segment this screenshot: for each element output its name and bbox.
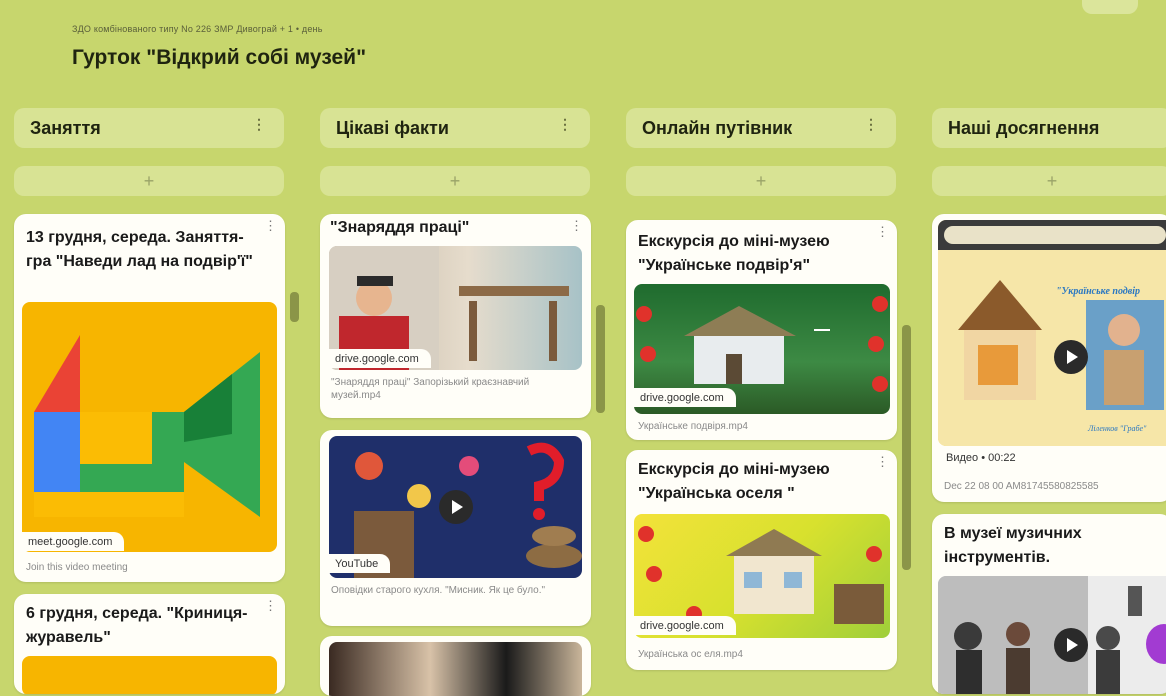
post-menu-icon[interactable]: ⋮ <box>264 219 277 232</box>
column-header-classes[interactable]: Заняття ⋮ <box>14 108 284 148</box>
add-post-button[interactable]: + <box>320 166 590 196</box>
post-source: meet.google.com <box>22 532 125 551</box>
thumbnail-scene <box>938 220 1166 446</box>
post-title: 6 грудня, середа. "Криниця- журавель" <box>26 605 248 646</box>
post-title: В музеї музичних інструментів. <box>944 525 1082 566</box>
column-menu-icon[interactable]: ⋮ <box>558 117 572 131</box>
post-caption: Українське подвіря.mp4 <box>638 421 748 432</box>
post-card[interactable]: "Знаряддя праці" ⋮ drive.google.com "Зна… <box>320 214 591 418</box>
top-right-button[interactable] <box>1082 0 1138 14</box>
post-card[interactable]: ⋮ <box>320 636 591 696</box>
column-title: Заняття <box>30 117 101 138</box>
post-menu-icon[interactable]: ⋮ <box>876 225 889 238</box>
thumbnail-image-caption: Ліленков "Грабе" <box>1088 424 1147 433</box>
column-scrollbar[interactable] <box>902 325 911 570</box>
post-menu-icon[interactable]: ⋮ <box>570 219 583 232</box>
add-post-button[interactable]: + <box>626 166 896 196</box>
post-title: Екскурсія до міні-музею "Українське подв… <box>638 233 830 274</box>
post-card[interactable]: Екскурсія до міні-музею "Українське подв… <box>626 220 897 440</box>
board-header: ЗДО комбінованого типу No 226 ЗМР Дивогр… <box>72 24 366 70</box>
column-header-facts[interactable]: Цікаві факти ⋮ <box>320 108 590 148</box>
column-title: Цікаві факти <box>336 117 449 138</box>
post-source: drive.google.com <box>634 388 736 407</box>
play-icon[interactable] <box>439 490 473 524</box>
video-thumbnail: "Українське подвір Ліленков "Грабе" <box>938 220 1166 446</box>
column-menu-icon[interactable]: ⋮ <box>864 117 878 131</box>
play-icon[interactable] <box>1054 628 1088 662</box>
post-title: Екскурсія до міні-музею "Українська осел… <box>638 461 830 502</box>
add-post-button[interactable]: + <box>14 166 284 196</box>
post-source: drive.google.com <box>634 616 736 635</box>
play-icon[interactable] <box>1054 340 1088 374</box>
post-menu-icon[interactable]: ⋮ <box>264 599 277 612</box>
column-menu-icon[interactable]: ⋮ <box>252 117 266 131</box>
post-caption: Українська ос еля.mp4 <box>638 649 743 660</box>
column-header-achievements[interactable]: Наші досягнення <box>932 108 1166 148</box>
column-scrollbar[interactable] <box>290 292 299 322</box>
post-thumbnail <box>329 642 582 696</box>
post-card[interactable]: В музеї музичних інструментів. <box>932 514 1166 694</box>
post-caption: Join this video meeting <box>26 562 128 573</box>
post-caption: Dec 22 08 00 AM81745580825585 <box>944 481 1099 492</box>
post-card[interactable]: 13 грудня, середа. Заняття- гра "Наведи … <box>14 214 285 582</box>
add-post-button[interactable]: + <box>932 166 1166 196</box>
video-meta: Видео • 00:22 <box>938 448 1026 467</box>
post-thumbnail <box>22 656 277 694</box>
post-card[interactable]: ⋮ YouTube Оповідки старого кухля. "Мисни… <box>320 430 591 626</box>
post-card[interactable]: "Українське подвір Ліленков "Грабе" Виде… <box>932 214 1166 502</box>
board-subtitle: ЗДО комбінованого типу No 226 ЗМР Дивогр… <box>72 24 323 34</box>
post-title: 13 грудня, середа. Заняття- гра "Наведи … <box>26 229 253 270</box>
thumbnail-overlay-text: "Українське подвір <box>1056 286 1141 297</box>
column-title: Наші досягнення <box>948 117 1100 138</box>
board-title: Гурток "Відкрий собі музей" <box>72 46 367 69</box>
video-thumbnail <box>938 576 1166 694</box>
post-caption: "Знаряддя праці" Запорізький краєзнавчий… <box>331 377 530 401</box>
post-caption: Оповідки старого кухля. "Мисник. Як це б… <box>331 585 546 596</box>
column-title: Онлайн путівник <box>642 117 793 138</box>
post-source: drive.google.com <box>329 349 431 368</box>
meet-thumbnail <box>22 302 277 552</box>
column-header-guide[interactable]: Онлайн путівник ⋮ <box>626 108 896 148</box>
post-title: "Знаряддя праці" <box>330 219 470 236</box>
thumbnail-scene <box>938 576 1166 694</box>
post-menu-icon[interactable]: ⋮ <box>876 455 889 468</box>
post-source: YouTube <box>329 554 391 573</box>
column-scrollbar[interactable] <box>596 305 605 413</box>
google-meet-logo-icon <box>34 335 260 517</box>
post-card[interactable]: Екскурсія до міні-музею "Українська осел… <box>626 450 897 670</box>
post-card[interactable]: 6 грудня, середа. "Криниця- журавель" ⋮ <box>14 594 285 694</box>
